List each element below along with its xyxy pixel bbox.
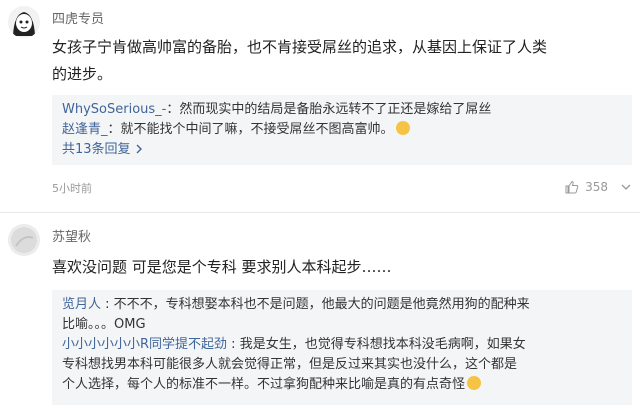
reply-box: 览月人 : 不不不，专科想娶本科也不是问题，他最大的问题是他竟然用狗的配种来 比… bbox=[52, 290, 632, 405]
comment-time: 5小时前 bbox=[52, 182, 92, 195]
reply-item: 览月人 : 不不不，专科想娶本科也不是问题，他最大的问题是他竟然用狗的配种来 比… bbox=[62, 295, 622, 335]
reply-username[interactable]: 小小小小小小R同学提不起劲 bbox=[62, 337, 227, 352]
avatar[interactable] bbox=[8, 224, 40, 256]
reply-box: WhySoSerious_-：然而现实中的结局是备胎永远转不了正还是嫁给了屌丝 … bbox=[52, 95, 632, 165]
avatar-image bbox=[8, 224, 40, 256]
chevron-right-icon bbox=[136, 144, 142, 154]
reply-text-line: 专科想找男本科可能很多人就会觉得正常，但是反过来其实也没什么，这个都是 bbox=[62, 357, 518, 372]
comment-body: 女孩子宁肯做高帅富的备胎，也不肯接受屌丝的追求，从基因上保证了人类 的进步。 bbox=[52, 34, 632, 88]
avatar[interactable] bbox=[8, 6, 40, 38]
like-button[interactable]: 358 bbox=[565, 180, 608, 194]
comment-body-line: 的进步。 bbox=[52, 65, 113, 83]
reply-text-line: 比喻。。。OMG bbox=[62, 317, 146, 332]
reply-username[interactable]: 赵逢青_ bbox=[62, 122, 108, 137]
thumbs-up-icon bbox=[565, 180, 579, 194]
reply-username[interactable]: WhySoSerious_- bbox=[62, 102, 166, 117]
comment-username[interactable]: 四虎专员 bbox=[52, 8, 104, 27]
comment-body: 喜欢没问题 可是您是个专科 要求别人本科起步…… bbox=[52, 258, 392, 276]
reply-item: WhySoSerious_-：然而现实中的结局是备胎永远转不了正还是嫁给了屌丝 bbox=[62, 100, 622, 120]
comment-username[interactable]: 苏望秋 bbox=[52, 226, 91, 245]
reply-text: ：就不能找个中间了嘛，不接受屌丝不图高富帅。 bbox=[107, 122, 394, 137]
reply-text: ：然而现实中的结局是备胎永远转不了正还是嫁给了屌丝 bbox=[166, 102, 492, 117]
comment-actions: 358 bbox=[565, 180, 632, 194]
reply-text-line: : 不不不，专科想娶本科也不是问题，他最大的问题是他竟然用狗的配种来 bbox=[101, 297, 530, 312]
emoji-icon bbox=[395, 121, 410, 135]
reply-item: 赵逢青_：就不能找个中间了嘛，不接受屌丝不图高富帅。 bbox=[62, 120, 622, 140]
more-replies-link[interactable]: 共13条回复 bbox=[62, 140, 622, 160]
like-count: 358 bbox=[585, 180, 608, 194]
reply-text-line: 个人选择，每个人的标准不一样。不过拿狗配种来比喻是真的有点奇怪 bbox=[62, 377, 466, 392]
chevron-down-icon[interactable] bbox=[620, 182, 632, 192]
avatar-image bbox=[8, 6, 40, 38]
reply-item: 小小小小小小R同学提不起劲 : 我是女生，也觉得专科想找本科没毛病啊，如果女 专… bbox=[62, 335, 622, 395]
comment-meta: 5小时前 358 bbox=[52, 180, 632, 198]
comment-1: 四虎专员 女孩子宁肯做高帅富的备胎，也不肯接受屌丝的追求，从基因上保证了人类 的… bbox=[0, 0, 640, 200]
reply-text-line: : 我是女生，也觉得专科想找本科没毛病啊，如果女 bbox=[227, 337, 526, 352]
more-replies-label: 共13条回复 bbox=[62, 142, 131, 157]
comment-2: 苏望秋 喜欢没问题 可是您是个专科 要求别人本科起步…… 览月人 : 不不不，专… bbox=[0, 212, 640, 405]
reply-username[interactable]: 览月人 bbox=[62, 297, 101, 312]
comment-body-line: 女孩子宁肯做高帅富的备胎，也不肯接受屌丝的追求，从基因上保证了人类 bbox=[52, 38, 548, 56]
emoji-icon bbox=[467, 376, 482, 390]
